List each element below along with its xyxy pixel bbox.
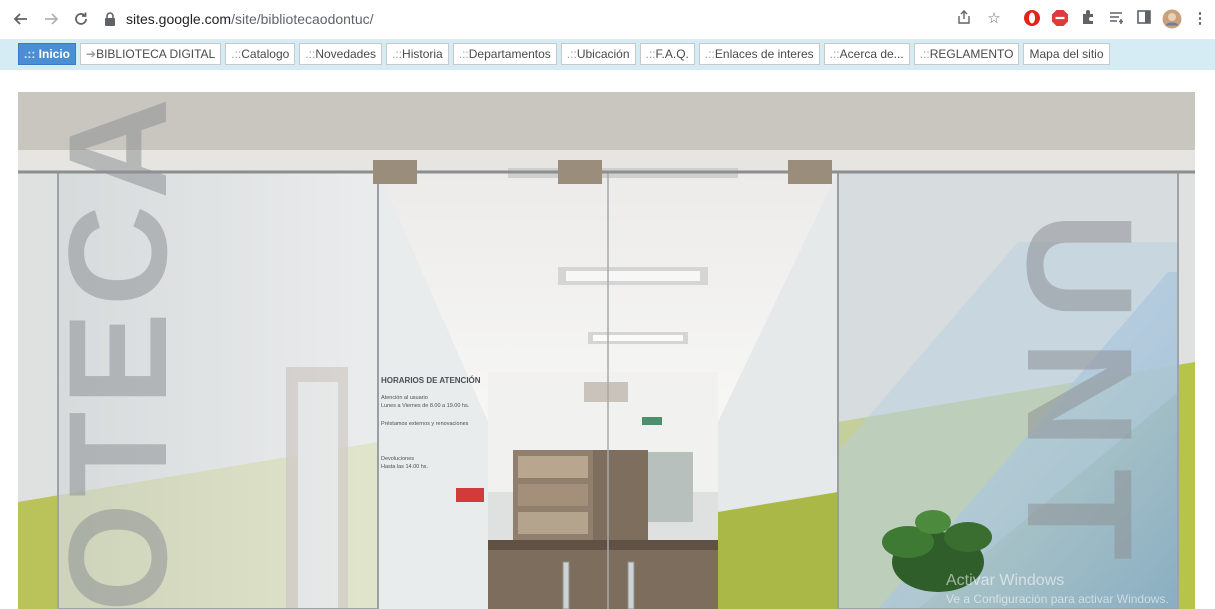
nav-tab-label: F.A.Q. [655, 47, 689, 61]
sign-line-1: Atención al usuario [381, 395, 428, 401]
nav-tab-label: Ubicación [576, 47, 630, 61]
address-bar[interactable]: sites.google.com/site/bibliotecaodontuc/ [126, 11, 374, 27]
nav-tab-f-a-q[interactable]: .::F.A.Q. [639, 43, 695, 65]
nav-tab-prefix: .:: [645, 47, 656, 61]
nav-tab-ubicaci-n[interactable]: .::Ubicación [560, 43, 636, 65]
bookmark-star-icon[interactable]: ☆ [984, 9, 1004, 29]
right-glass-letters: UNT [996, 212, 1164, 580]
watermark-subtitle: Ve a Configuración para activar Windows. [946, 592, 1169, 606]
sign-title: HORARIOS DE ATENCIÓN [381, 376, 481, 385]
nav-tab-prefix: .:: [704, 47, 715, 61]
windows-activation-watermark: Activar Windows Ve a Configuración para … [946, 572, 1169, 608]
url-host: sites.google.com [126, 11, 232, 27]
nav-tab-label: Catalogo [241, 47, 290, 61]
back-arrow-icon[interactable] [10, 8, 32, 30]
nav-tab-label: Inicio [38, 47, 71, 61]
nav-tab-novedades[interactable]: .::Novedades [299, 43, 383, 65]
nav-tab-catalogo[interactable]: .::Catalogo [225, 43, 296, 65]
lock-icon[interactable] [104, 12, 116, 26]
nav-tab-prefix: .:: [829, 47, 840, 61]
browser-toolbar: sites.google.com/site/bibliotecaodontuc/… [0, 0, 1215, 40]
nav-tab-prefix: .:: [305, 47, 316, 61]
nav-tab-departamentos[interactable]: .::Departamentos [452, 43, 557, 65]
url-path: /site/bibliotecaodontuc/ [231, 11, 374, 27]
nav-tab-acerca-de[interactable]: .::Acerca de... [823, 43, 910, 65]
nav-tab-reglamento[interactable]: .::REGLAMENTO [913, 43, 1020, 65]
profile-avatar-icon[interactable] [1162, 9, 1182, 29]
nav-tab-label: Mapa del sitio [1029, 47, 1104, 61]
nav-tab-inicio[interactable]: .:: Inicio [18, 43, 77, 65]
nav-tab-label: Departamentos [468, 47, 551, 61]
nav-tab-label: Novedades [315, 47, 377, 61]
reload-icon[interactable] [70, 8, 92, 30]
forward-arrow-icon[interactable] [40, 8, 62, 30]
sign-line-4: Devoluciones [381, 456, 414, 462]
side-panel-icon[interactable] [1134, 9, 1154, 29]
nav-tab-prefix: .:: [231, 47, 242, 61]
watermark-title: Activar Windows [946, 572, 1065, 589]
extensions-puzzle-icon[interactable] [1078, 9, 1098, 29]
nav-tab-historia[interactable]: .::Historia [386, 43, 449, 65]
nav-tab-label: REGLAMENTO [929, 47, 1014, 61]
nav-tab-prefix: .:: [566, 47, 577, 61]
nav-tab-prefix: .:: [919, 47, 930, 61]
nav-tab-label: Enlaces de interes [714, 47, 814, 61]
nav-tab-label: BIBLIOTECA DIGITAL [96, 47, 216, 61]
adblock-extension-icon[interactable] [1050, 9, 1070, 29]
nav-tab-prefix: .:: [392, 47, 403, 61]
nav-tab-biblioteca-digital[interactable]: ➔BIBLIOTECA DIGITAL [80, 43, 222, 65]
share-icon[interactable] [954, 9, 974, 29]
left-glass-letters: OTECA [39, 92, 196, 609]
opera-extension-icon[interactable] [1022, 9, 1042, 29]
sign-line-3: Préstamos externos y renovaciones [381, 421, 469, 427]
library-entrance-photo: OTECA UNT HORARIOS DE ATENCIÓN Atención … [18, 92, 1195, 609]
nav-tab-mapa-del-sitio[interactable]: Mapa del sitio [1023, 43, 1110, 65]
nav-tab-label: Historia [402, 47, 443, 61]
reading-list-icon[interactable] [1106, 9, 1126, 29]
browser-menu-icon[interactable]: ⋮ [1190, 9, 1210, 29]
nav-tab-label: Acerca de... [839, 47, 904, 61]
nav-tab-prefix: ➔ [86, 47, 97, 61]
sign-line-5: Hasta las 14.00 hs. [381, 464, 429, 470]
nav-tab-prefix: .:: [24, 47, 39, 61]
site-navigation-bar: .:: Inicio ➔BIBLIOTECA DIGITAL .::Catalogo… [0, 40, 1215, 70]
nav-tab-prefix: .:: [458, 47, 469, 61]
nav-tab-enlaces-de-interes[interactable]: .::Enlaces de interes [698, 43, 820, 65]
sign-line-2: Lunes a Viernes de 8.00 a 19.00 hs. [381, 403, 470, 409]
page-content: OTECA UNT HORARIOS DE ATENCIÓN Atención … [0, 70, 1215, 609]
